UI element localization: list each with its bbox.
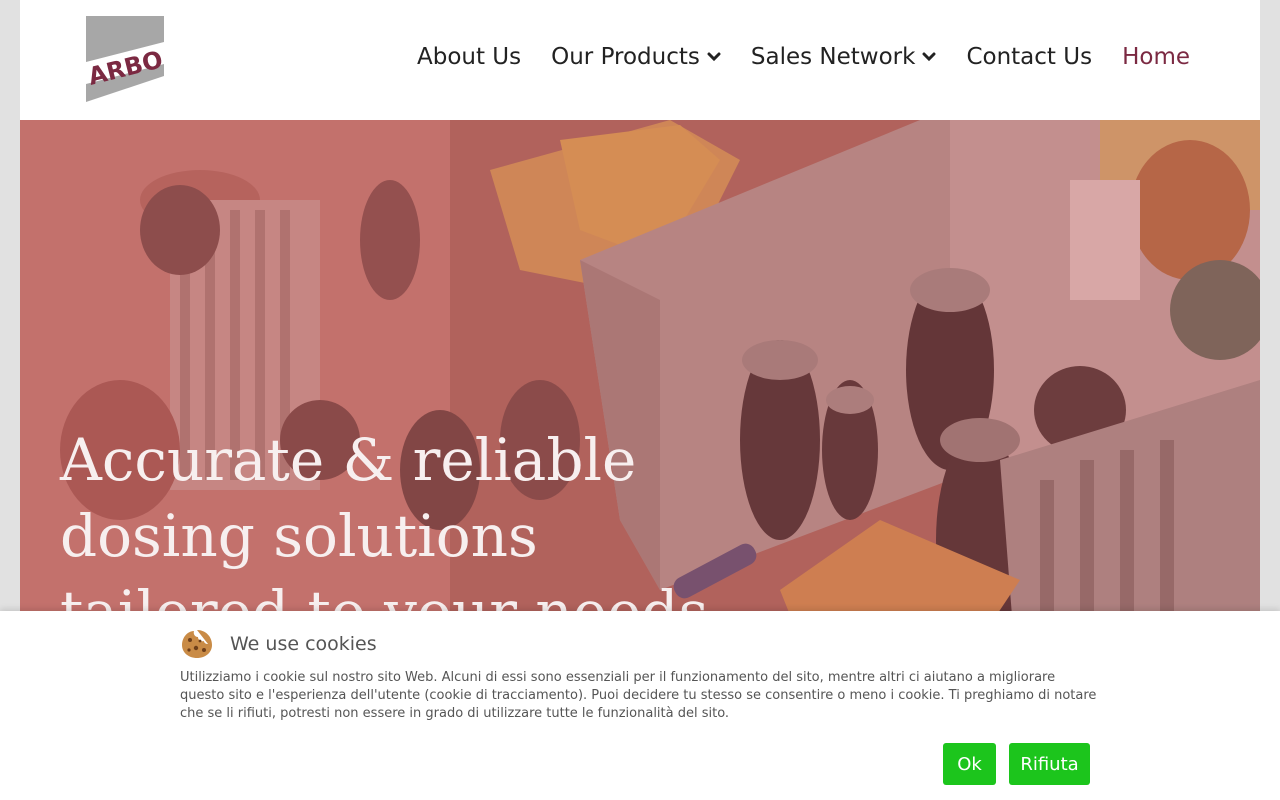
nav-about-us[interactable]: About Us (417, 44, 521, 70)
cookie-accept-button[interactable]: Ok (943, 743, 996, 785)
cookie-icon (182, 630, 212, 658)
nav-contact-us[interactable]: Contact Us (966, 44, 1092, 70)
cookie-banner: We use cookies Utilizziamo i cookie sul … (0, 611, 1280, 800)
nav-sales-network-label: Sales Network (750, 44, 916, 70)
nav-sales-network[interactable]: Sales Network (751, 44, 937, 70)
site-header: ARBO About Us Our Products Sales Network… (20, 0, 1260, 120)
nav-contact-us-label: Contact Us (966, 44, 1093, 70)
hero-headline-line-1: Accurate & reliable (60, 426, 637, 494)
nav-our-products-label: Our Products (551, 44, 700, 70)
nav-about-us-label: About Us (416, 44, 522, 70)
hero-headline-line-2: dosing solutions (60, 502, 538, 570)
chevron-down-icon (922, 52, 936, 62)
nav-home-label: Home (1122, 44, 1190, 70)
chevron-down-icon (707, 52, 721, 62)
cookie-banner-header: We use cookies (180, 628, 377, 660)
cookie-banner-title: We use cookies (230, 633, 377, 655)
arbo-logo[interactable]: ARBO (84, 14, 168, 104)
main-nav: About Us Our Products Sales Network Cont… (387, 44, 1190, 70)
nav-our-products[interactable]: Our Products (551, 44, 721, 70)
cookie-reject-button[interactable]: Rifiuta (1009, 743, 1090, 785)
cookie-banner-text: Utilizziamo i cookie sul nostro sito Web… (180, 670, 1097, 721)
nav-home[interactable]: Home (1122, 44, 1190, 70)
